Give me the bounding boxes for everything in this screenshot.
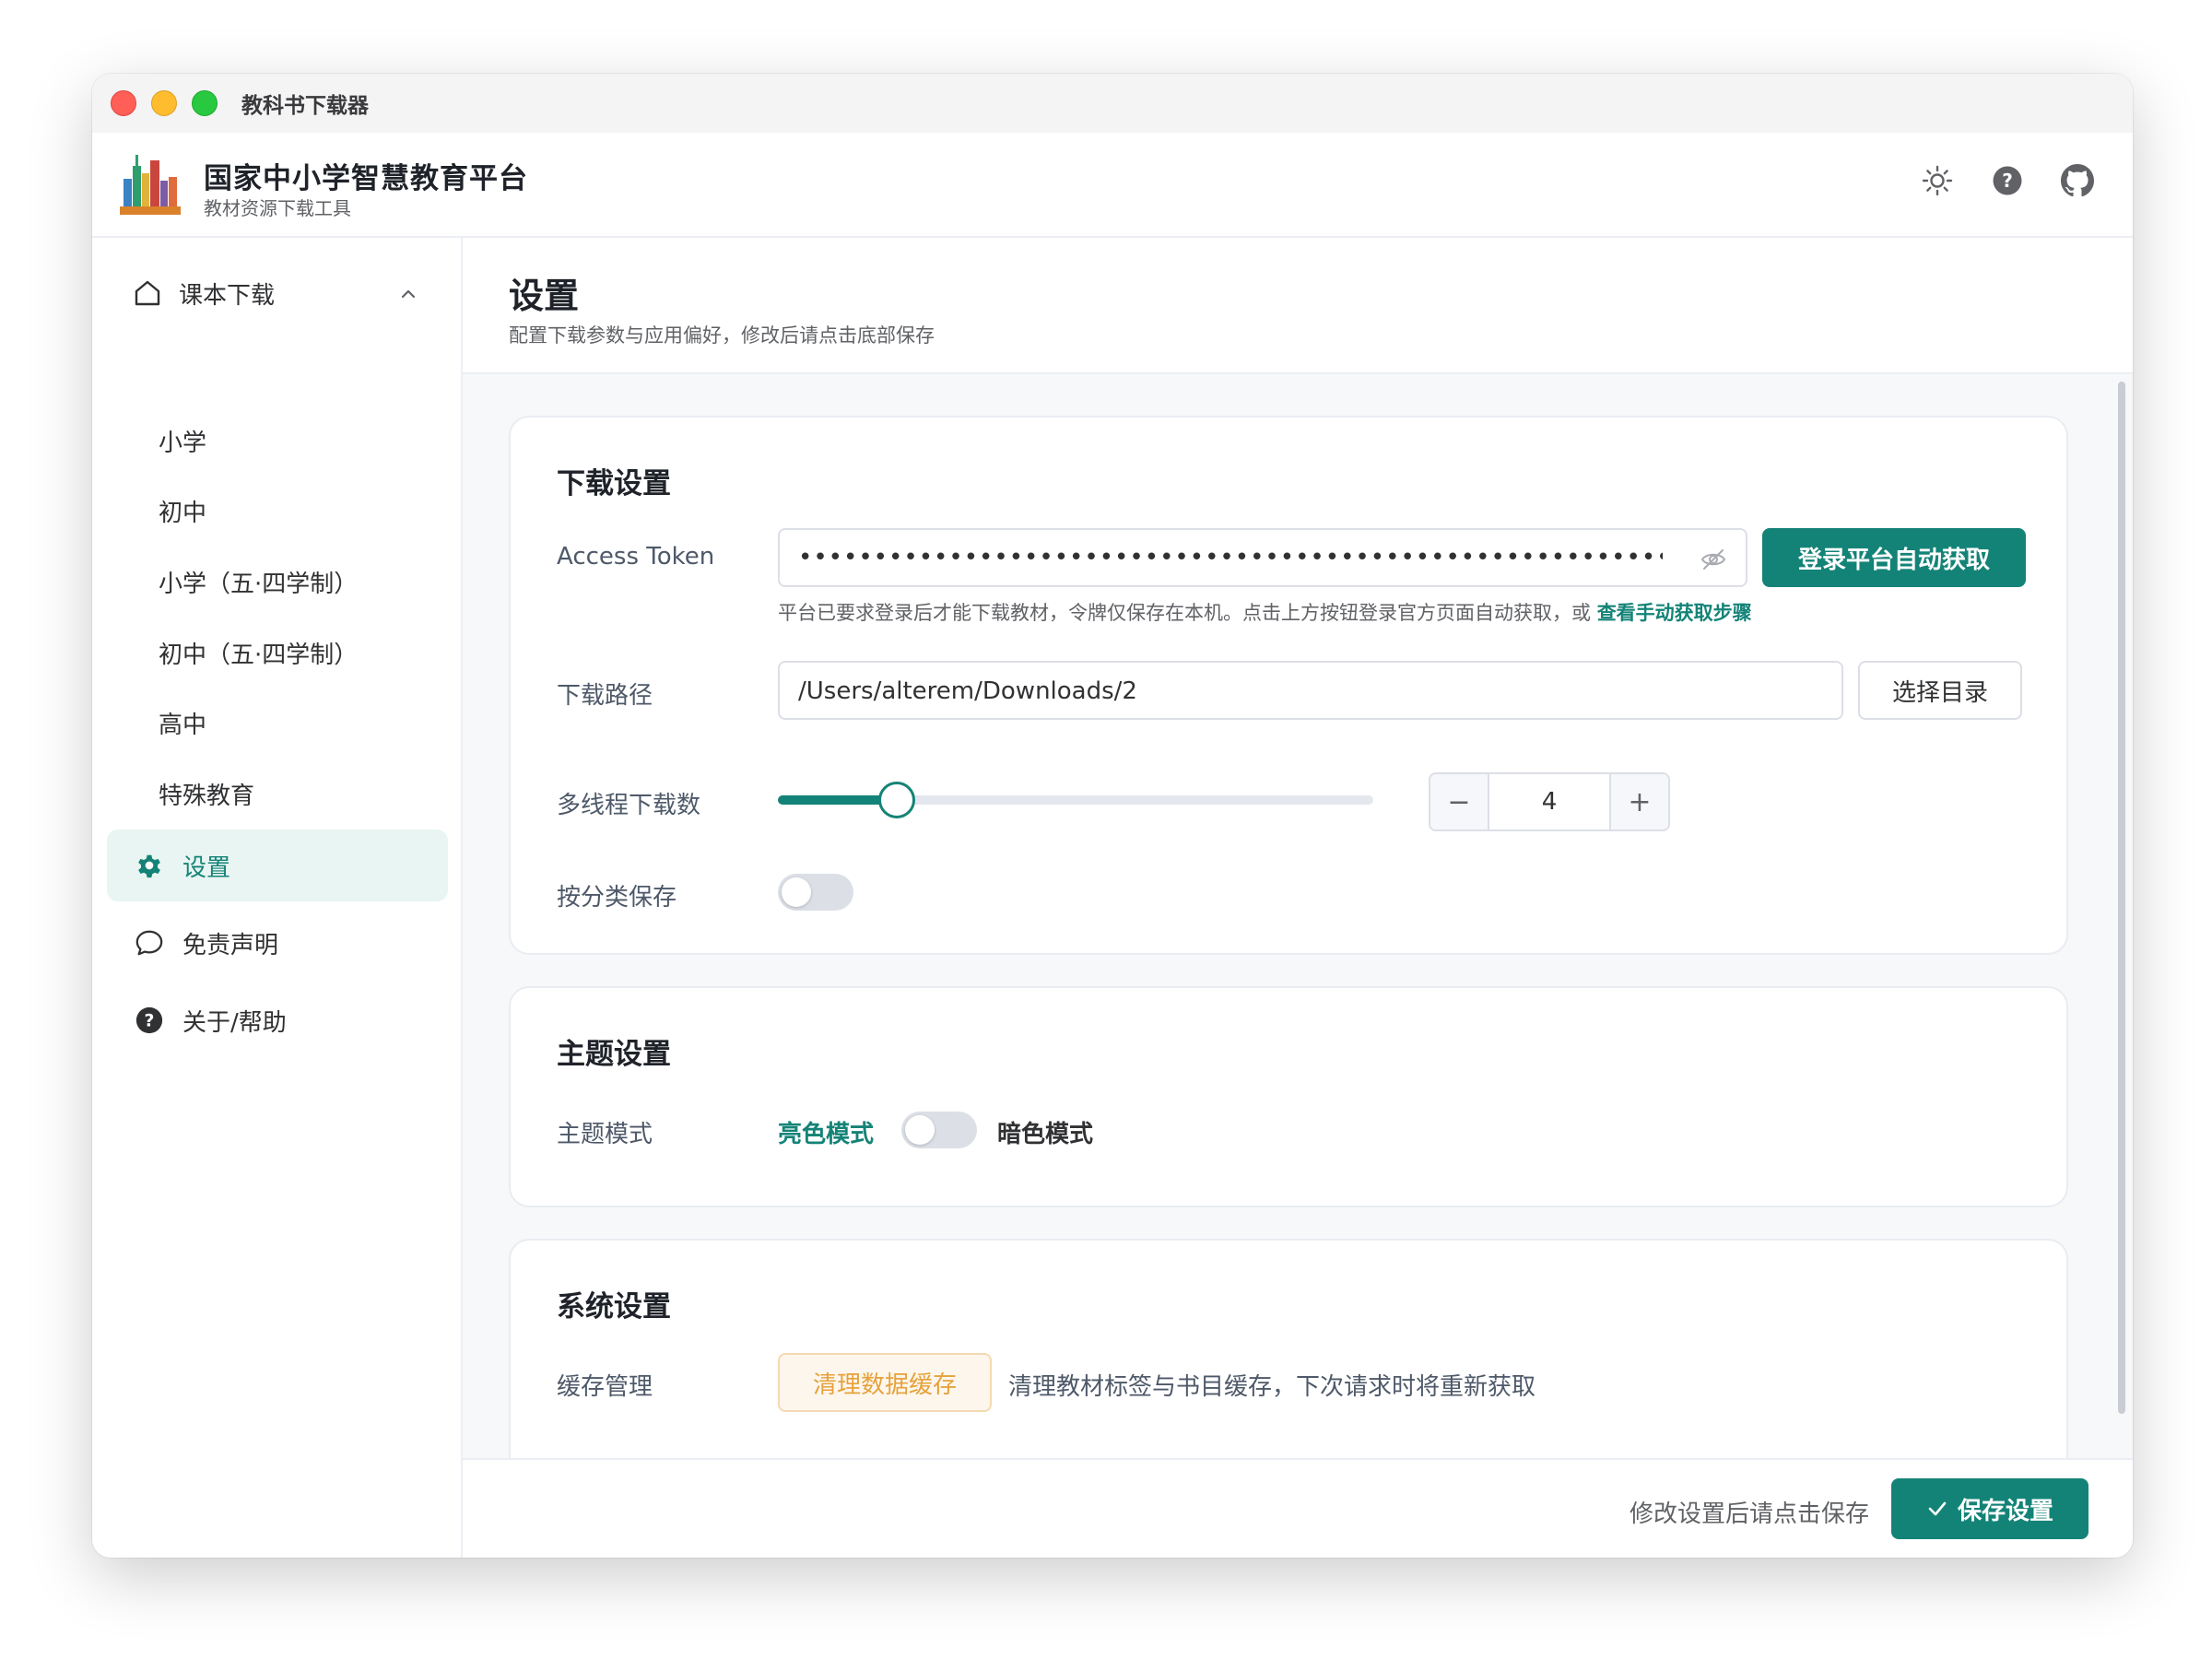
dark-mode-label[interactable]: 暗色模式 — [997, 1115, 1093, 1149]
card-title: 下载设置 — [557, 467, 671, 500]
sidebar-subitem-senior[interactable]: 高中 — [159, 706, 206, 740]
clear-cache-button[interactable]: 清理数据缓存 — [778, 1353, 992, 1412]
content-scrollbar[interactable] — [2118, 382, 2125, 1414]
cache-description: 清理教材标签与书目缓存，下次请求时将重新获取 — [1008, 1373, 1536, 1401]
sidebar-group-label: 课本下载 — [179, 281, 276, 310]
check-icon — [1926, 1498, 1948, 1520]
switch-knob — [782, 877, 811, 907]
help-icon[interactable]: ? — [1989, 162, 2026, 199]
threads-value[interactable]: 4 — [1489, 774, 1609, 830]
threads-stepper: − 4 + — [1429, 772, 1670, 831]
download-settings-card: 下载设置 Access Token ••••••••••••••••••••••… — [509, 416, 2068, 955]
footer-hint: 修改设置后请点击保存 — [1629, 1500, 1869, 1528]
download-path-label: 下载路径 — [557, 682, 653, 710]
brand-subtitle: 教材资源下载工具 — [204, 197, 351, 219]
sidebar-item-disclaimer[interactable]: 免责声明 — [107, 907, 448, 979]
gear-icon — [135, 851, 164, 880]
sidebar-subitem-junior[interactable]: 初中 — [159, 494, 206, 528]
cache-management-label: 缓存管理 — [557, 1373, 653, 1401]
switch-knob — [905, 1115, 935, 1145]
sidebar-item-label: 免责声明 — [182, 931, 279, 959]
theme-settings-card: 主题设置 主题模式 亮色模式 暗色模式 — [509, 986, 2068, 1207]
minimize-window-button[interactable] — [151, 90, 177, 116]
card-title: 主题设置 — [557, 1038, 671, 1071]
window-title: 教科书下载器 — [241, 94, 369, 118]
access-token-label: Access Token — [557, 543, 715, 571]
classify-save-switch[interactable] — [778, 874, 853, 911]
card-title: 系统设置 — [557, 1290, 671, 1324]
app-window: 教科书下载器 国家中小学智慧教育平台 教材资源下载工具 ? 课本下载 小学 初中… — [92, 74, 2133, 1558]
home-icon — [133, 278, 162, 308]
sidebar-item-about[interactable]: ? 关于/帮助 — [107, 984, 448, 1056]
token-hint: 平台已要求登录后才能下载教材，令牌仅保存在本机。点击上方按钮登录官方页面自动获取… — [778, 598, 1752, 626]
brand-title: 国家中小学智慧教育平台 — [204, 162, 528, 195]
sidebar: 课本下载 小学 初中 小学（五·四学制） 初中（五·四学制） 高中 特殊教育 设… — [92, 238, 463, 1558]
sidebar-subitem-special[interactable]: 特殊教育 — [159, 777, 254, 811]
decrement-button[interactable]: − — [1430, 774, 1489, 830]
access-token-input[interactable]: ••••••••••••••••••••••••••••••••••••••••… — [778, 528, 1747, 587]
main-content: 设置 配置下载参数与应用偏好，修改后请点击底部保存 下载设置 Access To… — [463, 238, 2133, 1558]
footer-bar: 修改设置后请点击保存 保存设置 — [463, 1458, 2133, 1558]
chevron-up-icon — [398, 284, 418, 308]
close-window-button[interactable] — [111, 90, 136, 116]
page-header: 设置 配置下载参数与应用偏好，修改后请点击底部保存 — [463, 238, 2133, 374]
eye-off-icon[interactable] — [1700, 547, 1727, 576]
sidebar-subitem-primary-54[interactable]: 小学（五·四学制） — [159, 565, 358, 599]
help-icon: ? — [135, 1006, 164, 1035]
sidebar-item-settings[interactable]: 设置 — [107, 830, 448, 901]
theme-mode-label: 主题模式 — [557, 1121, 653, 1148]
access-token-value: ••••••••••••••••••••••••••••••••••••••••… — [798, 544, 1663, 571]
header-actions: ? — [1919, 162, 2096, 199]
app-header: 国家中小学智慧教育平台 教材资源下载工具 ? — [92, 133, 2133, 238]
choose-directory-button[interactable]: 选择目录 — [1858, 661, 2022, 720]
svg-text:?: ? — [145, 1012, 155, 1031]
window-controls — [111, 90, 218, 116]
sun-icon[interactable] — [1919, 162, 1956, 199]
page-subtitle: 配置下载参数与应用偏好，修改后请点击底部保存 — [509, 324, 935, 347]
chat-icon — [135, 928, 164, 958]
svg-text:?: ? — [2002, 170, 2013, 192]
page-title: 设置 — [509, 276, 580, 316]
sidebar-item-label: 关于/帮助 — [182, 1008, 287, 1037]
manual-steps-link[interactable]: 查看手动获取步骤 — [1597, 602, 1752, 624]
threads-label: 多线程下载数 — [557, 792, 701, 819]
increment-button[interactable]: + — [1609, 774, 1668, 830]
books-logo-icon — [120, 153, 181, 216]
github-icon[interactable] — [2059, 162, 2096, 199]
sidebar-subitem-primary[interactable]: 小学 — [159, 424, 206, 458]
save-settings-label: 保存设置 — [1957, 1497, 2053, 1525]
login-auto-fetch-button[interactable]: 登录平台自动获取 — [1762, 528, 2026, 587]
threads-slider[interactable] — [778, 777, 1373, 823]
zoom-window-button[interactable] — [192, 90, 218, 116]
sidebar-group-textbook-download[interactable]: 课本下载 — [133, 267, 437, 319]
save-settings-button[interactable]: 保存设置 — [1891, 1478, 2088, 1539]
classify-save-label: 按分类保存 — [557, 884, 677, 912]
light-mode-label[interactable]: 亮色模式 — [778, 1115, 874, 1149]
sidebar-item-label: 设置 — [182, 853, 231, 882]
theme-mode-switch[interactable] — [901, 1112, 977, 1148]
title-bar: 教科书下载器 — [92, 74, 2133, 133]
slider-handle[interactable] — [878, 782, 915, 818]
token-hint-text: 平台已要求登录后才能下载教材，令牌仅保存在本机。点击上方按钮登录官方页面自动获取… — [778, 602, 1591, 624]
sidebar-subitem-junior-54[interactable]: 初中（五·四学制） — [159, 636, 358, 670]
download-path-input[interactable]: /Users/alterem/Downloads/2 — [778, 661, 1843, 720]
